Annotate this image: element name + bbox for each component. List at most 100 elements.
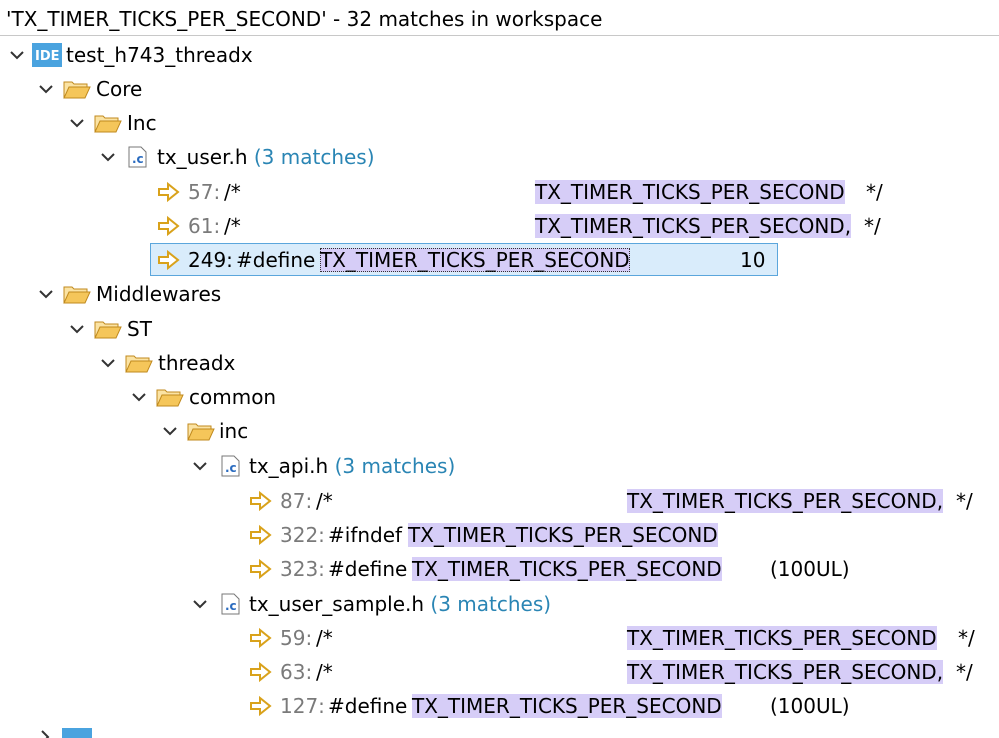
chevron-down-icon[interactable]: [68, 320, 86, 338]
match-highlight: TX_TIMER_TICKS_PER_SECOND: [412, 557, 722, 581]
svg-text:.c: .c: [225, 461, 237, 475]
tree-item-middlewares[interactable]: Middlewares: [0, 277, 999, 311]
tree-item-project[interactable]: IDE test_h743_threadx: [0, 38, 999, 72]
match-highlight: TX_TIMER_TICKS_PER_SECOND: [535, 180, 845, 204]
match-row[interactable]: 63: /* TX_TIMER_TICKS_PER_SECOND, */: [0, 655, 999, 689]
match-count: (3 matches): [253, 145, 375, 169]
line-number: 323:: [280, 557, 325, 581]
chevron-down-icon[interactable]: [191, 457, 209, 475]
ide-project-icon: IDE: [32, 43, 62, 67]
chevron-right-icon[interactable]: [36, 728, 54, 738]
folder-open-icon: [187, 420, 215, 442]
line-number: 322:: [280, 523, 325, 547]
file-name: tx_api.h: [249, 454, 329, 478]
line-text: */: [958, 626, 975, 650]
chevron-down-icon[interactable]: [37, 80, 55, 98]
chevron-down-icon[interactable]: [37, 285, 55, 303]
tree-item-file-tx-user-sample[interactable]: .c tx_user_sample.h (3 matches): [0, 587, 999, 621]
chevron-down-icon[interactable]: [99, 148, 117, 166]
line-text: (100UL): [770, 694, 850, 718]
line-number: 59:: [280, 626, 313, 650]
search-results-header: 'TX_TIMER_TICKS_PER_SECOND' - 32 matches…: [0, 0, 999, 36]
file-name: tx_user_sample.h: [249, 592, 425, 616]
chevron-down-icon[interactable]: [68, 114, 86, 132]
match-highlight: TX_TIMER_TICKS_PER_SECOND: [412, 694, 722, 718]
folder-open-icon: [94, 112, 122, 134]
tree-item-common[interactable]: common: [0, 380, 999, 414]
folder-open-icon: [63, 78, 91, 100]
line-text: #ifndef: [328, 523, 403, 547]
match-row[interactable]: 322: #ifndef TX_TIMER_TICKS_PER_SECOND: [0, 518, 999, 552]
tree-item-inc-lower[interactable]: inc: [0, 414, 999, 448]
chevron-down-icon[interactable]: [8, 46, 26, 64]
match-row[interactable]: 59: /* TX_TIMER_TICKS_PER_SECOND */: [0, 621, 999, 655]
match-row[interactable]: 323: #define TX_TIMER_TICKS_PER_SECOND (…: [0, 552, 999, 586]
line-text: (100UL): [770, 557, 850, 581]
tree-item-threadx[interactable]: threadx: [0, 346, 999, 380]
line-number: 249:: [188, 248, 233, 272]
line-text: /*: [224, 180, 241, 204]
line-number: 127:: [280, 694, 325, 718]
tree-item-inc[interactable]: Inc: [0, 106, 999, 140]
match-arrow-icon: [249, 524, 275, 546]
tree-item-project-partial[interactable]: [0, 724, 999, 738]
match-highlight: TX_TIMER_TICKS_PER_SECOND,: [627, 489, 944, 513]
match-count: (3 matches): [334, 454, 456, 478]
match-arrow-icon: [249, 490, 275, 512]
match-arrow-icon: [157, 249, 183, 271]
chevron-down-icon[interactable]: [130, 388, 148, 406]
svg-text:.c: .c: [132, 152, 144, 166]
chevron-down-icon[interactable]: [99, 354, 117, 372]
match-row-selected[interactable]: 249: #define TX_TIMER_TICKS_PER_SECOND 1…: [0, 243, 999, 277]
svg-text:IDE: IDE: [35, 49, 60, 64]
search-results-tree[interactable]: IDE test_h743_threadx Core Inc .c tx_use…: [0, 36, 999, 738]
match-highlight: TX_TIMER_TICKS_PER_SECOND,: [627, 660, 944, 684]
line-text: #define: [328, 557, 408, 581]
line-text: 10: [740, 248, 766, 272]
line-text: /*: [316, 626, 333, 650]
line-number: 87:: [280, 489, 313, 513]
match-arrow-icon: [249, 695, 275, 717]
file-name: tx_user.h: [157, 145, 248, 169]
tree-item-file-tx-api[interactable]: .c tx_api.h (3 matches): [0, 449, 999, 483]
tree-item-file-tx-user[interactable]: .c tx_user.h (3 matches): [0, 140, 999, 174]
line-text: /*: [316, 660, 333, 684]
match-arrow-icon: [249, 627, 275, 649]
match-arrow-icon: [249, 661, 275, 683]
search-summary: 'TX_TIMER_TICKS_PER_SECOND' - 32 matches…: [6, 7, 603, 31]
match-arrow-icon: [157, 181, 183, 203]
line-number: 63:: [280, 660, 313, 684]
match-arrow-icon: [157, 215, 183, 237]
folder-label: common: [189, 385, 277, 409]
c-header-file-icon: .c: [220, 593, 242, 615]
match-count: (3 matches): [430, 592, 552, 616]
tree-item-st[interactable]: ST: [0, 312, 999, 346]
chevron-down-icon[interactable]: [191, 595, 209, 613]
match-row[interactable]: 127: #define TX_TIMER_TICKS_PER_SECOND (…: [0, 689, 999, 723]
match-arrow-icon: [249, 558, 275, 580]
match-highlight: TX_TIMER_TICKS_PER_SECOND: [320, 248, 630, 272]
line-text: */: [956, 660, 973, 684]
folder-open-icon: [156, 386, 184, 408]
mx-project-icon: [62, 728, 92, 738]
match-row[interactable]: 87: /* TX_TIMER_TICKS_PER_SECOND, */: [0, 484, 999, 518]
line-text: */: [956, 489, 973, 513]
folder-open-icon: [63, 283, 91, 305]
match-highlight: TX_TIMER_TICKS_PER_SECOND: [408, 523, 718, 547]
folder-label: Inc: [127, 111, 157, 135]
match-row[interactable]: 57: /* TX_TIMER_TICKS_PER_SECOND */: [0, 175, 999, 209]
tree-item-core[interactable]: Core: [0, 72, 999, 106]
project-name: test_h743_threadx: [66, 43, 253, 67]
svg-text:.c: .c: [225, 599, 237, 613]
chevron-down-icon[interactable]: [161, 422, 179, 440]
line-number: 61:: [188, 214, 221, 238]
match-highlight: TX_TIMER_TICKS_PER_SECOND: [627, 626, 937, 650]
c-header-file-icon: .c: [220, 455, 242, 477]
folder-label: Middlewares: [96, 282, 222, 306]
line-text: #define: [236, 248, 316, 272]
line-text: #define: [328, 694, 408, 718]
match-highlight: TX_TIMER_TICKS_PER_SECOND,: [535, 214, 852, 238]
match-row[interactable]: 61: /* TX_TIMER_TICKS_PER_SECOND, */: [0, 209, 999, 243]
folder-label: threadx: [158, 351, 236, 375]
line-text: /*: [224, 214, 241, 238]
